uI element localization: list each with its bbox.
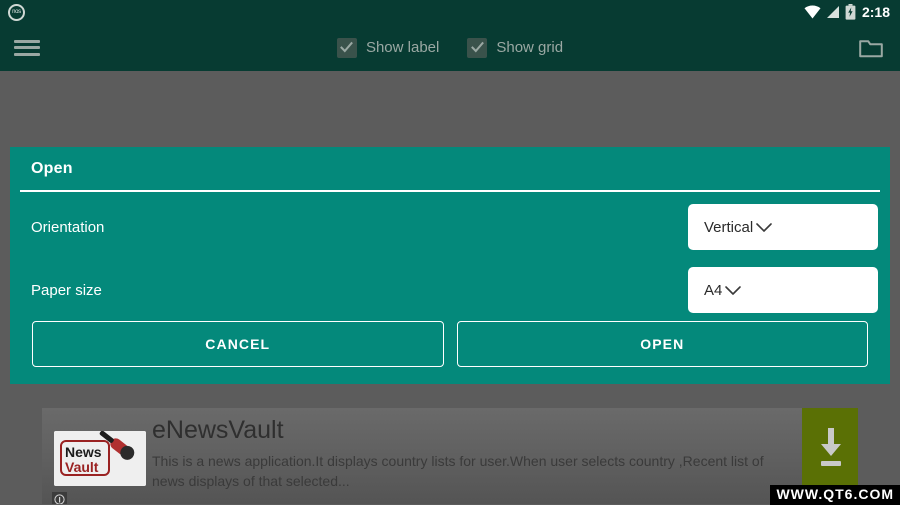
checkmark-icon bbox=[336, 37, 357, 58]
checkbox-show-grid-text: Show grid bbox=[496, 39, 564, 56]
open-button[interactable]: OPEN bbox=[456, 321, 868, 367]
svg-text:News: News bbox=[65, 444, 102, 460]
wifi-icon bbox=[804, 5, 821, 19]
paper-size-dropdown[interactable]: A4 bbox=[688, 267, 878, 313]
dialog-actions: CANCEL OPEN bbox=[10, 321, 890, 367]
ad-title: eNewsVault bbox=[152, 416, 284, 444]
battery-charging-icon bbox=[845, 4, 856, 20]
chevron-down-icon bbox=[753, 216, 775, 238]
hamburger-menu-icon[interactable] bbox=[14, 38, 40, 58]
download-arrow-icon bbox=[821, 428, 841, 466]
orientation-label: Orientation bbox=[31, 218, 105, 236]
orientation-value: Vertical bbox=[704, 218, 754, 236]
status-bar: nos 2:18 bbox=[0, 0, 900, 24]
checkbox-show-label[interactable]: Show label bbox=[336, 37, 440, 58]
watermark: WWW.QT6.COM bbox=[770, 485, 900, 505]
checkbox-show-grid[interactable]: Show grid bbox=[467, 37, 564, 58]
open-dialog: Open Orientation Vertical Paper size A4 … bbox=[10, 147, 890, 384]
app-screen: nos 2:18 Show label Show grid Open Orien… bbox=[0, 0, 900, 505]
dialog-row-orientation: Orientation Vertical bbox=[10, 204, 890, 250]
ad-download-button[interactable] bbox=[802, 408, 858, 486]
dialog-title: Open bbox=[31, 160, 73, 177]
app-toolbar: Show label Show grid bbox=[0, 24, 900, 71]
paper-size-label: Paper size bbox=[31, 281, 102, 299]
status-bar-clock: 2:18 bbox=[861, 4, 890, 20]
checkmark-icon bbox=[467, 37, 488, 58]
ad-info-icon[interactable] bbox=[52, 492, 67, 504]
signal-icon bbox=[826, 5, 840, 19]
notification-icon: nos bbox=[8, 3, 25, 21]
dialog-row-paper-size: Paper size A4 bbox=[10, 267, 890, 313]
folder-icon[interactable] bbox=[858, 36, 884, 60]
orientation-dropdown[interactable]: Vertical bbox=[688, 204, 878, 250]
cancel-button[interactable]: CANCEL bbox=[32, 321, 444, 367]
paper-size-value: A4 bbox=[704, 281, 723, 299]
status-bar-left: nos bbox=[0, 3, 25, 21]
checkbox-show-label-text: Show label bbox=[365, 39, 440, 56]
ad-banner[interactable]: News Vault eNewsVault This is a news app… bbox=[42, 408, 858, 504]
ad-app-logo: News Vault bbox=[54, 431, 146, 486]
toolbar-options: Show label Show grid bbox=[0, 37, 900, 58]
dialog-divider bbox=[20, 190, 880, 192]
status-bar-right: 2:18 bbox=[804, 4, 900, 20]
svg-text:Vault: Vault bbox=[65, 459, 99, 475]
chevron-down-icon bbox=[722, 279, 744, 301]
ad-description: This is a news application.It displays c… bbox=[152, 453, 764, 489]
